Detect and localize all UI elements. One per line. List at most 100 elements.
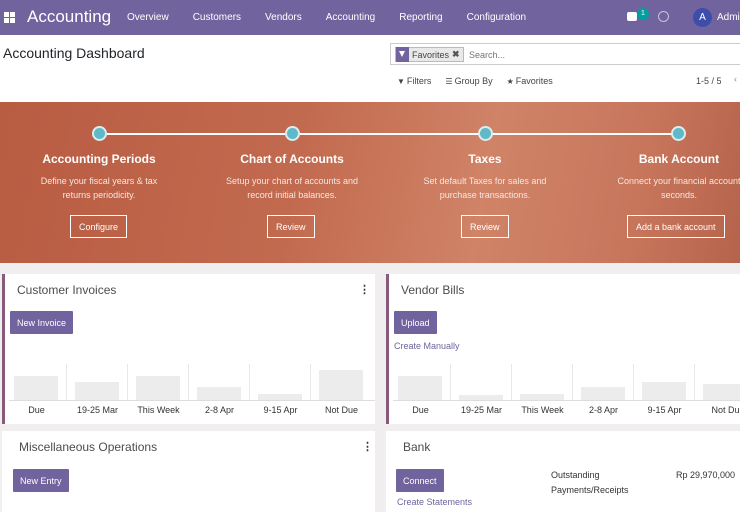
clock-icon[interactable] <box>658 11 669 22</box>
connect-button[interactable]: Connect <box>396 469 444 492</box>
list-icon: ☰ <box>445 77 453 86</box>
chart-bar[interactable] <box>136 376 180 400</box>
menu-item-overview[interactable]: Overview <box>115 0 181 35</box>
review-chart-button[interactable]: Review <box>267 215 315 238</box>
app-brand[interactable]: Accounting <box>27 7 111 27</box>
review-taxes-button[interactable]: Review <box>461 215 509 238</box>
chart-bar[interactable] <box>319 370 363 400</box>
chart-tick-label: 9-15 Apr <box>647 405 682 415</box>
menu-item-customers[interactable]: Customers <box>181 0 253 35</box>
chart-tick-label: Due <box>412 405 429 415</box>
progress-line <box>99 133 679 135</box>
chart-bar[interactable] <box>642 382 686 400</box>
pager-next-icon[interactable]: ‹ <box>734 74 737 84</box>
chart-gridline <box>66 364 67 400</box>
chart-tick-label: 2-8 Apr <box>588 405 619 415</box>
chart-bar[interactable] <box>581 387 625 400</box>
new-invoice-button[interactable]: New Invoice <box>10 311 74 334</box>
outstanding-amount[interactable]: Rp 29,970,000 <box>676 468 735 483</box>
filter-funnel-icon <box>396 47 409 62</box>
card-title[interactable]: Miscellaneous Operations <box>19 440 157 454</box>
apps-grid-icon[interactable] <box>4 12 15 23</box>
menu-item-accounting[interactable]: Accounting <box>314 0 387 35</box>
chart-tick-label: Due <box>28 405 45 415</box>
menu-item-vendors[interactable]: Vendors <box>253 0 314 35</box>
chart-baseline <box>9 400 375 401</box>
top-navbar: Accounting Overview Customers Vendors Ac… <box>0 0 740 35</box>
vendor-bills-card: Vendor Bills Upload Create Manually Due 1… <box>386 274 740 424</box>
search-input[interactable] <box>469 48 719 61</box>
bank-card: Bank Connect Create Statements Outstandi… <box>386 431 740 512</box>
chart-tick-label: 19-25 Mar <box>460 405 503 415</box>
chart-tick-label: Not Du <box>711 405 740 415</box>
facet-label: Favorites <box>412 49 450 60</box>
step-title: Accounting Periods <box>42 152 156 166</box>
outstanding-payments-label[interactable]: Outstanding Payments/Receipts <box>551 468 629 498</box>
chart-gridline <box>127 364 128 400</box>
pager-value[interactable]: 1-5 / 5 <box>696 76 722 86</box>
chart-bar[interactable] <box>75 382 119 400</box>
step-description: Connect your financial account seconds. <box>617 176 740 200</box>
create-manually-link[interactable]: Create Manually <box>394 341 460 351</box>
invoices-aging-chart[interactable]: Due 19-25 Mar This Week 2-8 Apr 9-15 Apr Not … <box>9 364 375 419</box>
step-title: Chart of Accounts <box>240 152 344 166</box>
filter-icon: ▼ <box>397 77 405 86</box>
chart-bar[interactable] <box>459 395 503 400</box>
step-dot-icon <box>478 126 493 141</box>
main-menu: Overview Customers Vendors Accounting Re… <box>115 0 538 35</box>
menu-item-configuration[interactable]: Configuration <box>455 0 538 35</box>
card-menu-icon[interactable]: ⋮ <box>362 440 373 453</box>
chart-gridline <box>450 364 451 400</box>
step-title: Bank Account <box>638 152 720 166</box>
new-entry-button[interactable]: New Entry <box>13 469 69 492</box>
bills-aging-chart[interactable]: Due 19-25 Mar This Week 2-8 Apr 9-15 Apr Not … <box>393 364 740 419</box>
filter-row: ▼ Filters ☰ Group By ★ Favorites <box>390 72 560 90</box>
chart-bar[interactable] <box>398 376 442 400</box>
chart-gridline <box>511 364 512 400</box>
facet-remove-icon[interactable]: ✖ <box>452 49 463 60</box>
step-description: Define your fiscal years & tax returns pe… <box>40 176 158 200</box>
card-title[interactable]: Bank <box>403 440 430 454</box>
favorites-button[interactable]: ★ Favorites <box>500 72 560 90</box>
group-by-button[interactable]: ☰ Group By <box>438 72 499 90</box>
chart-tick-label: This Week <box>521 405 564 415</box>
customer-invoices-card: Customer Invoices ⋮ New Invoice Due 19-25… <box>2 274 375 424</box>
chat-count-badge: 1 <box>637 8 649 20</box>
chart-gridline <box>694 364 695 400</box>
menu-item-reporting[interactable]: Reporting <box>387 0 454 35</box>
step-dot-icon <box>285 126 300 141</box>
card-menu-icon[interactable]: ⋮ <box>359 283 370 296</box>
chart-tick-label: Not Due <box>324 405 359 415</box>
search-facet: Favorites ✖ <box>395 47 464 62</box>
control-panel: Accounting Dashboard Favorites ✖ ▼Filter… <box>0 35 740 102</box>
user-name[interactable]: Admi <box>717 12 740 23</box>
chart-gridline <box>633 364 634 400</box>
card-title[interactable]: Customer Invoices <box>17 283 116 297</box>
create-statements-link[interactable]: Create Statements <box>397 497 472 507</box>
step-description: Setup your chart of accounts and record i… <box>225 176 359 200</box>
page-title: Accounting Dashboard <box>3 45 145 61</box>
upload-button[interactable]: Upload <box>394 311 437 334</box>
chart-bar[interactable] <box>520 394 564 400</box>
chart-bar[interactable] <box>14 376 58 400</box>
chart-tick-label: 2-8 Apr <box>204 405 235 415</box>
user-avatar[interactable]: A <box>693 8 712 27</box>
chart-baseline <box>393 400 740 401</box>
chat-icon[interactable] <box>627 12 637 21</box>
misc-operations-card: Miscellaneous Operations ⋮ New Entry <box>2 431 375 512</box>
chart-tick-label: 19-25 Mar <box>76 405 119 415</box>
configure-button[interactable]: Configure <box>70 215 128 238</box>
chart-gridline <box>249 364 250 400</box>
chart-bar[interactable] <box>197 387 241 400</box>
add-bank-account-button[interactable]: Add a bank account <box>627 215 725 238</box>
chart-bar[interactable] <box>703 384 740 400</box>
chart-gridline <box>188 364 189 400</box>
chart-bar[interactable] <box>258 394 302 400</box>
chart-gridline <box>310 364 311 400</box>
filters-button[interactable]: ▼ Filters <box>390 72 438 90</box>
chart-tick-label: This Week <box>137 405 180 415</box>
star-icon: ★ <box>506 77 514 86</box>
onboarding-banner: Accounting Periods Define your fiscal ye… <box>0 102 740 263</box>
step-description: Set default Taxes for sales and purchase … <box>423 176 547 200</box>
card-title[interactable]: Vendor Bills <box>401 283 464 297</box>
